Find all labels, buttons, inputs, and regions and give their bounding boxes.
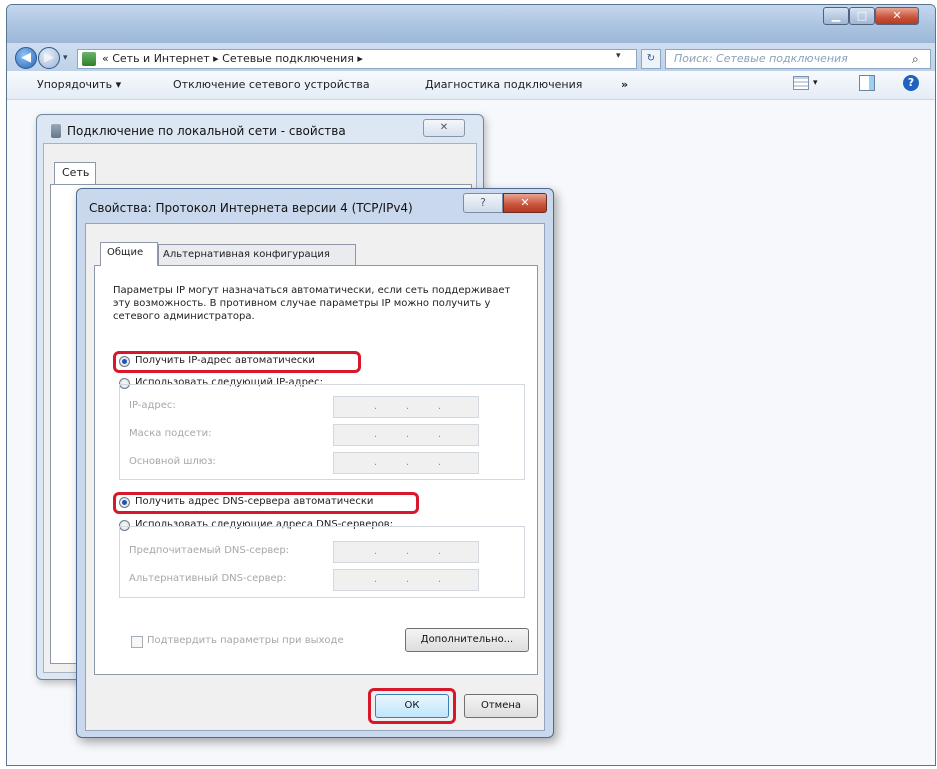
command-toolbar: Упорядочить ▾ Отключение сетевого устрой… bbox=[7, 71, 935, 100]
ip-address-field[interactable]: ... bbox=[333, 396, 479, 418]
validate-on-exit-label[interactable]: Подтвердить параметры при выходе bbox=[147, 635, 344, 646]
search-icon[interactable]: ⌕ bbox=[912, 52, 919, 67]
back-arrow-icon[interactable]: ◀ bbox=[15, 47, 37, 69]
validate-on-exit-checkbox[interactable] bbox=[131, 636, 143, 648]
ip-address-label: IP-адрес: bbox=[129, 400, 176, 411]
view-options-icon[interactable] bbox=[793, 76, 809, 90]
lan-close-button[interactable]: ✕ bbox=[423, 119, 465, 137]
cancel-button[interactable]: Отмена bbox=[464, 694, 538, 718]
control-panel-icon bbox=[82, 52, 96, 66]
tab-alternate-configuration[interactable]: Альтернативная конфигурация bbox=[158, 244, 356, 266]
alternate-dns-field[interactable]: ... bbox=[333, 569, 479, 591]
network-adapter-icon bbox=[51, 124, 61, 138]
ipv4-dialog-title: Свойства: Протокол Интернета версии 4 (T… bbox=[89, 201, 413, 215]
diagnose-command[interactable]: Диагностика подключения bbox=[425, 78, 582, 91]
preview-pane-icon[interactable] bbox=[859, 75, 875, 91]
search-box[interactable]: Поиск: Сетевые подключения ⌕ bbox=[665, 49, 931, 69]
alternate-dns-label: Альтернативный DNS-сервер: bbox=[129, 573, 287, 584]
history-dropdown-icon[interactable]: ▾ bbox=[63, 53, 68, 63]
address-bar[interactable]: « Сеть и Интернет ▸ Сетевые подключения … bbox=[77, 49, 637, 69]
maximize-button[interactable]: □ bbox=[849, 7, 875, 25]
subnet-mask-field[interactable]: ... bbox=[333, 424, 479, 446]
dns-auto-radio[interactable] bbox=[119, 497, 130, 508]
help-icon[interactable]: ? bbox=[903, 75, 919, 91]
explorer-titlebar: ▁ □ ✕ bbox=[7, 5, 935, 43]
lan-dialog-title: Подключение по локальной сети - свойства bbox=[67, 124, 346, 138]
ipv4-properties-dialog: Свойства: Протокол Интернета версии 4 (T… bbox=[76, 188, 554, 738]
advanced-button[interactable]: Дополнительно... bbox=[405, 628, 529, 652]
disable-device-command[interactable]: Отключение сетевого устройства bbox=[173, 78, 370, 91]
ipv4-dialog-body: Общие Альтернативная конфигурация Параме… bbox=[85, 223, 545, 731]
help-button[interactable]: ? bbox=[463, 193, 503, 213]
navigation-bar: ◀ ▶ ▾ « Сеть и Интернет ▸ Сетевые подклю… bbox=[7, 43, 935, 71]
ipv4-close-button[interactable]: ✕ bbox=[503, 193, 547, 213]
ok-button[interactable]: ОК bbox=[375, 694, 449, 718]
description-text: Параметры IP могут назначаться автоматич… bbox=[113, 285, 511, 322]
preferred-dns-label: Предпочитаемый DNS-сервер: bbox=[129, 545, 290, 556]
default-gateway-label: Основной шлюз: bbox=[129, 456, 216, 467]
default-gateway-field[interactable]: ... bbox=[333, 452, 479, 474]
ip-auto-radio[interactable] bbox=[119, 356, 130, 367]
subnet-mask-label: Маска подсети: bbox=[129, 428, 212, 439]
tab-general[interactable]: Общие bbox=[100, 242, 158, 266]
dns-auto-label[interactable]: Получить адрес DNS-сервера автоматически bbox=[135, 496, 373, 507]
more-commands-button[interactable]: » bbox=[621, 78, 628, 91]
close-button[interactable]: ✕ bbox=[875, 7, 919, 25]
refresh-icon[interactable]: ↻ bbox=[641, 49, 661, 69]
search-placeholder: Поиск: Сетевые подключения bbox=[674, 52, 848, 65]
address-dropdown-icon[interactable]: ▾ bbox=[616, 51, 621, 61]
general-tab-content: Параметры IP могут назначаться автоматич… bbox=[94, 265, 538, 675]
minimize-button[interactable]: ▁ bbox=[823, 7, 849, 25]
ip-auto-label[interactable]: Получить IP-адрес автоматически bbox=[135, 355, 315, 366]
tab-network[interactable]: Сеть bbox=[54, 162, 96, 184]
organize-menu[interactable]: Упорядочить ▾ bbox=[37, 78, 121, 91]
forward-arrow-icon[interactable]: ▶ bbox=[38, 47, 60, 69]
address-path[interactable]: « Сеть и Интернет ▸ Сетевые подключения … bbox=[102, 52, 363, 65]
preferred-dns-field[interactable]: ... bbox=[333, 541, 479, 563]
view-dropdown-icon[interactable]: ▾ bbox=[813, 78, 818, 88]
